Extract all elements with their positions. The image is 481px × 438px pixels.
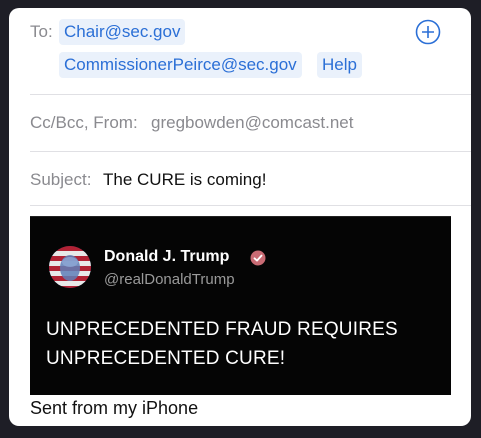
tweet-author-name: Donald J. Trump — [104, 248, 230, 265]
to-row: To: Chair@sec.gov CommissionerPeirce@sec… — [9, 8, 471, 94]
to-label: To: — [30, 22, 53, 41]
ccbcc-from-label: Cc/Bcc, From: — [30, 113, 138, 132]
embedded-tweet-image: Donald J. Trump @realDonaldTrump UNPRECE… — [30, 216, 451, 395]
add-recipient-icon[interactable] — [415, 19, 441, 45]
recipient-chip-help[interactable]: Help — [317, 52, 362, 78]
subject-input[interactable]: The CURE is coming! — [103, 170, 266, 190]
email-signature[interactable]: Sent from my iPhone — [30, 398, 198, 419]
tweet-author-handle: @realDonaldTrump — [104, 271, 235, 288]
subject-row[interactable]: Subject: The CURE is coming! — [9, 152, 471, 205]
verified-badge-icon — [250, 250, 266, 266]
from-address[interactable]: gregbowden@comcast.net — [151, 113, 353, 133]
tweet-text: UNPRECEDENTED FRAUD REQUIRES UNPRECEDENT… — [46, 319, 398, 369]
avatar — [49, 246, 91, 288]
subject-label: Subject: — [30, 170, 92, 189]
recipient-chip-chair[interactable]: Chair@sec.gov — [59, 19, 186, 45]
recipient-chip-peirce[interactable]: CommissionerPeirce@sec.gov — [59, 52, 302, 78]
ccbcc-from-row[interactable]: Cc/Bcc, From: gregbowden@comcast.net — [9, 95, 471, 151]
email-compose-sheet: To: Chair@sec.gov CommissionerPeirce@sec… — [9, 8, 471, 426]
divider — [30, 205, 471, 206]
